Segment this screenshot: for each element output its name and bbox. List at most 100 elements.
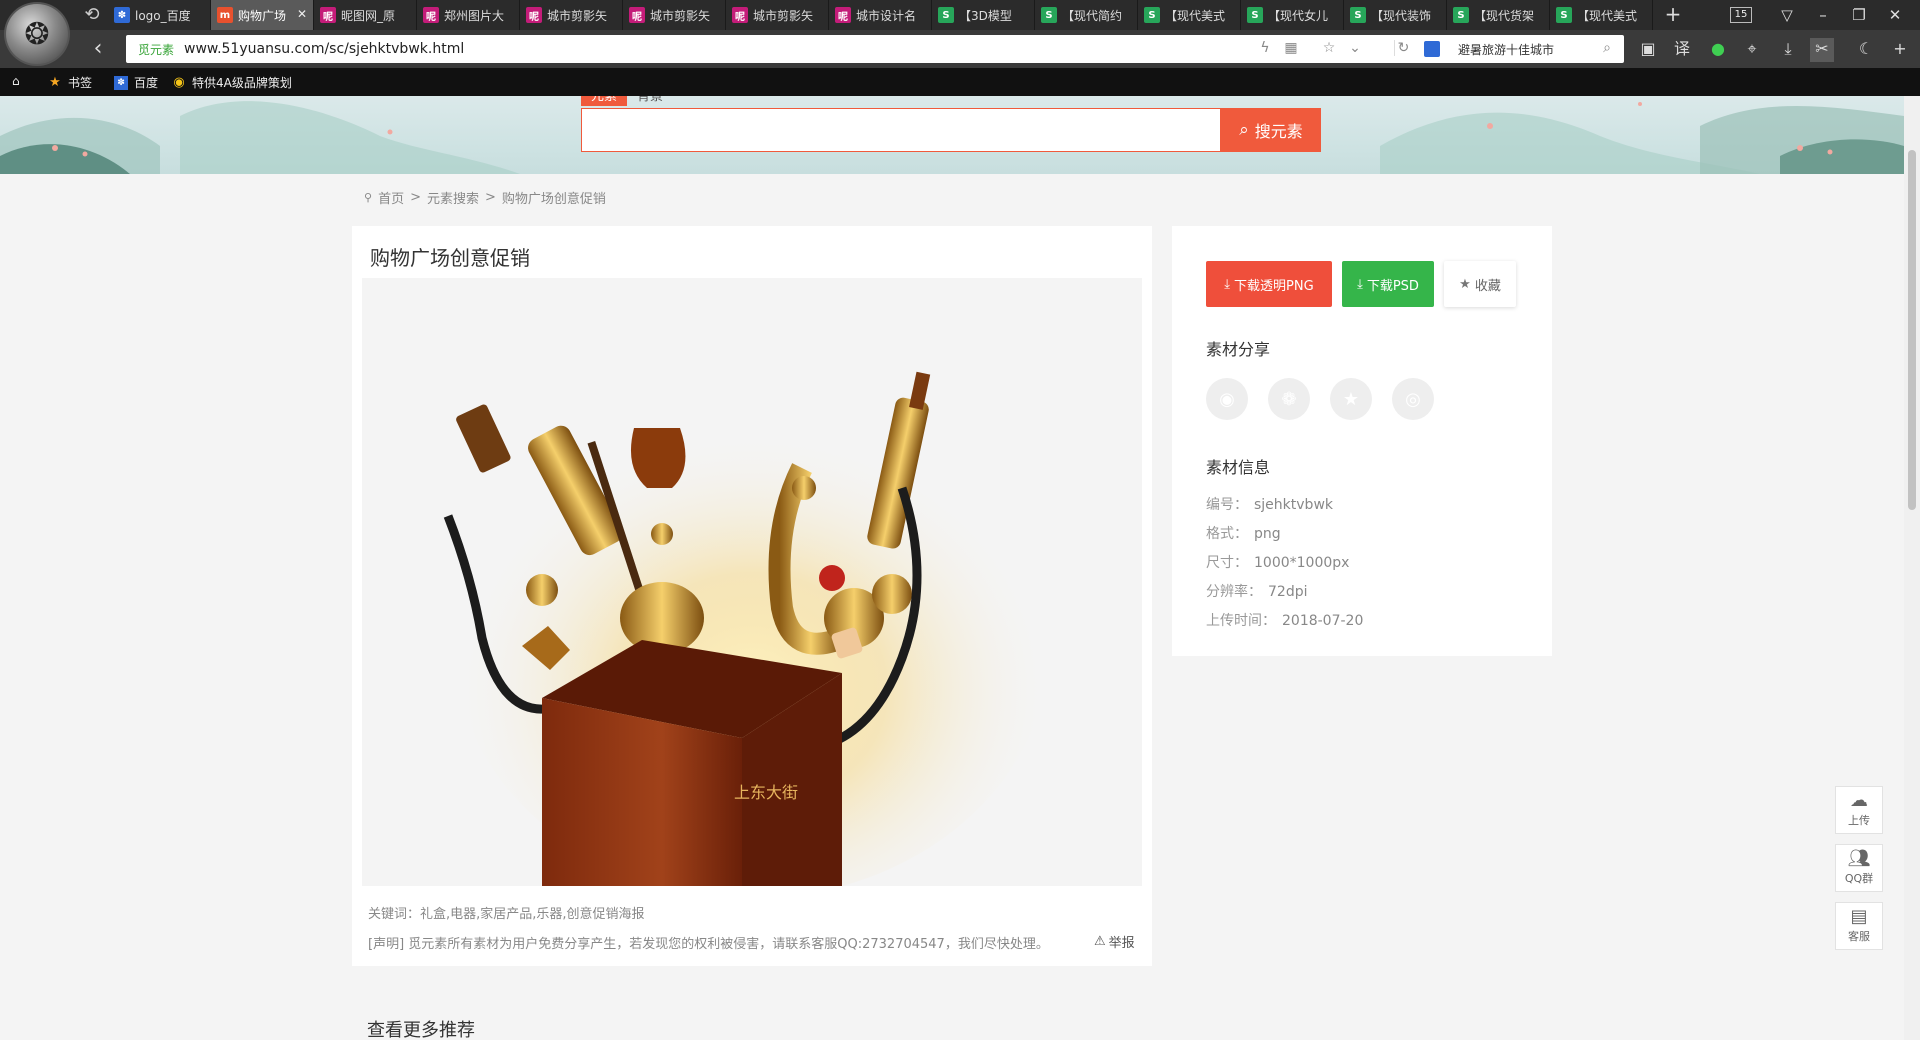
download-psd-button[interactable]: ⤓ 下载PSD — [1342, 261, 1434, 307]
tab-label: 【现代美式 — [1165, 8, 1226, 23]
tab-label: 【现代货架 — [1474, 8, 1535, 23]
chat-icon: ▤ — [1850, 906, 1868, 927]
bookmark-item-baidu[interactable]: ✽ 百度 — [114, 74, 158, 91]
search-suggestion[interactable]: 避暑旅游十佳城市 — [1458, 41, 1554, 58]
weibo-share-icon[interactable]: ◎ — [1392, 378, 1434, 420]
customer-service-float-button[interactable]: ▤ 客服 — [1835, 902, 1883, 950]
info-row-size: 尺寸： 1000*1000px — [1206, 552, 1349, 572]
search-input[interactable] — [581, 108, 1221, 152]
tab-label: 昵图网_原 — [341, 8, 396, 23]
bookmark-label: 特供4A级品牌策划 — [192, 76, 292, 90]
undo-close-tab-icon[interactable]: ⟲ — [80, 4, 104, 26]
browser-tab[interactable]: 呢昵图网_原 — [314, 0, 417, 30]
close-window-button[interactable]: ✕ — [1882, 3, 1908, 27]
tab-label: 【现代女儿 — [1268, 8, 1329, 23]
close-tab-icon[interactable]: ✕ — [297, 7, 307, 21]
browser-tab[interactable]: S 【现代货架 — [1447, 0, 1550, 30]
lightning-icon[interactable]: ϟ — [1256, 40, 1274, 56]
tab-label: logo_百度 — [135, 8, 191, 23]
page-scrollbar[interactable] — [1904, 96, 1920, 1040]
search-icon: ⌕ — [1239, 120, 1249, 140]
browser-tab[interactable]: 呢郑州图片大 — [417, 0, 520, 30]
url-text[interactable]: www.51yuansu.com/sc/sjehktvbwk.html — [184, 41, 464, 57]
tab-backgrounds[interactable]: 背景 — [627, 96, 673, 106]
browser-tab[interactable]: 呢城市剪影矢 — [623, 0, 726, 30]
info-value: 1000*1000px — [1254, 555, 1350, 571]
browser-logo-icon[interactable]: ❂ — [4, 2, 70, 66]
s-icon: S — [1041, 7, 1057, 23]
refresh-icon[interactable]: ↻ — [1394, 40, 1412, 56]
browser-tab[interactable]: m 购物广场 ✕ — [211, 0, 314, 30]
bookmark-item-bookmarks[interactable]: ★ 书签 — [48, 74, 92, 91]
browser-tab[interactable]: S 【现代简约 — [1035, 0, 1138, 30]
breadcrumb-search[interactable]: 元素搜索 — [427, 188, 479, 207]
url-field[interactable]: 觅元素 www.51yuansu.com/sc/sjehktvbwk.html … — [126, 35, 1624, 63]
moon-icon[interactable]: ☾ — [1854, 38, 1878, 62]
breadcrumb-separator: > — [410, 190, 421, 205]
share-section-title: 素材分享 — [1206, 340, 1271, 359]
page-content: 元素 背景 ⌕ 搜元素 ⚲ 首页 > 元素搜索 > 购物广场创意促销 购物广场创… — [0, 96, 1904, 1040]
browser-tab[interactable]: S 【现代女儿 — [1241, 0, 1344, 30]
search-type-tabs: 元素 背景 — [581, 96, 673, 106]
chevron-down-icon[interactable]: ⌄ — [1346, 40, 1364, 56]
plus-icon[interactable]: + — [1888, 38, 1912, 62]
back-button[interactable]: ‹ — [86, 36, 110, 62]
scissors-icon[interactable]: ✂ — [1810, 38, 1834, 62]
info-row-format: 格式： png — [1206, 523, 1281, 543]
report-link[interactable]: ⚠ 举报 — [1094, 932, 1135, 951]
browser-tab[interactable]: S 【现代装饰 — [1344, 0, 1447, 30]
upload-float-button[interactable]: ☁ 上传 — [1835, 786, 1883, 834]
download-png-button[interactable]: ⤓ 下载透明PNG — [1206, 261, 1332, 307]
float-label: 客服 — [1848, 930, 1870, 943]
s-icon: S — [1247, 7, 1263, 23]
star-icon[interactable]: ☆ — [1320, 40, 1338, 56]
gamepad-icon[interactable]: ⌖ — [1740, 38, 1764, 62]
minimize-button[interactable]: – — [1810, 3, 1836, 27]
float-label: QQ群 — [1844, 872, 1874, 885]
cloud-upload-icon: ☁ — [1850, 790, 1868, 811]
tab-count-badge[interactable]: 15 — [1730, 7, 1752, 23]
scrollbar-thumb[interactable] — [1908, 150, 1916, 510]
info-row-upload-time: 上传时间： 2018-07-20 — [1206, 610, 1363, 630]
download-icon[interactable]: ⤓ — [1776, 38, 1800, 62]
qq-share-icon[interactable]: ◉ — [1206, 378, 1248, 420]
info-value: png — [1254, 526, 1281, 542]
browser-tab[interactable]: S 【现代美式 — [1138, 0, 1241, 30]
wechat-share-icon[interactable]: ❁ — [1268, 378, 1310, 420]
material-preview-image[interactable]: 上东大街 — [362, 278, 1142, 886]
wechat-icon[interactable]: ● — [1706, 38, 1730, 62]
browser-tab[interactable]: 呢城市剪影矢 — [520, 0, 623, 30]
restore-button[interactable]: ❐ — [1846, 3, 1872, 27]
tab-elements[interactable]: 元素 — [581, 96, 628, 106]
search-button-label: 搜元素 — [1254, 122, 1303, 141]
screenshot-image-icon[interactable]: ▣ — [1636, 38, 1660, 62]
ni-icon: 呢 — [320, 7, 336, 23]
qq-group-float-button[interactable]: 👥︎ QQ群 — [1835, 844, 1883, 892]
qr-code-icon[interactable]: ▦ — [1282, 40, 1300, 56]
browser-tab[interactable]: 呢城市剪影矢 — [726, 0, 829, 30]
search-button[interactable]: ⌕ 搜元素 — [1221, 108, 1321, 152]
m-icon: m — [217, 7, 233, 23]
download-icon: ⤓ — [1357, 276, 1363, 292]
tab-label: 城市剪影矢 — [547, 8, 608, 23]
breadcrumb-home[interactable]: 首页 — [378, 188, 404, 207]
baidu-search-engine-icon[interactable] — [1424, 41, 1440, 57]
report-label: 举报 — [1108, 936, 1135, 951]
info-label: 尺寸： — [1206, 555, 1248, 571]
favorite-button[interactable]: ★ 收藏 — [1444, 261, 1516, 307]
home-icon[interactable]: ⌂ — [12, 74, 20, 88]
browser-tab[interactable]: 呢城市设计名 — [829, 0, 932, 30]
float-label: 上传 — [1848, 814, 1870, 827]
ni-icon: 呢 — [732, 7, 748, 23]
bookmark-item-brand[interactable]: ◉ 特供4A级品牌策划 — [172, 74, 292, 91]
new-tab-button[interactable]: + — [1660, 2, 1686, 28]
translate-icon[interactable]: 译 — [1670, 38, 1694, 62]
browser-tab[interactable]: S 【现代美式 — [1550, 0, 1653, 30]
shirt-icon[interactable]: ▽ — [1774, 3, 1800, 27]
qzone-share-icon[interactable]: ★ — [1330, 378, 1372, 420]
search-icon[interactable]: ⌕ — [1598, 40, 1616, 56]
s-icon: S — [1144, 7, 1160, 23]
s-icon: S — [938, 7, 954, 23]
browser-tab[interactable]: S 【3D模型 — [932, 0, 1035, 30]
browser-tab[interactable]: ✽ logo_百度 — [108, 0, 211, 30]
